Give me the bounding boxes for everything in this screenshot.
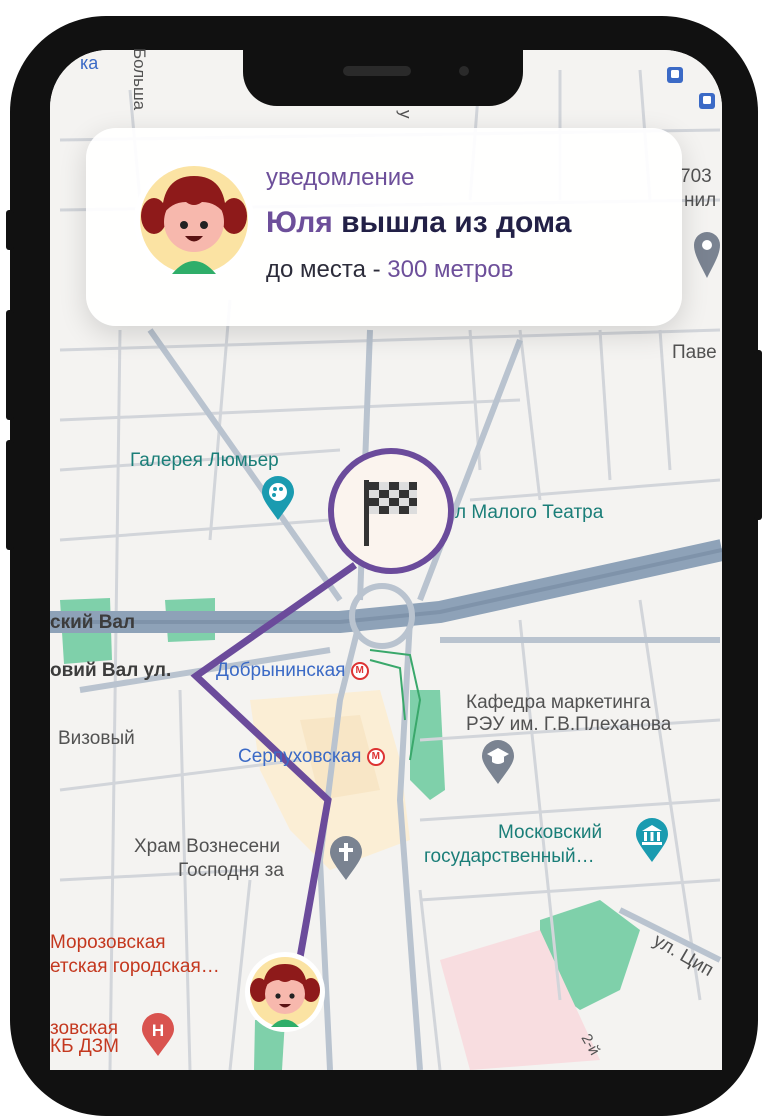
distance-value: 300 метров xyxy=(387,256,514,283)
dobryninskaya-text: Добрынинская xyxy=(216,660,346,681)
metro-icon: M xyxy=(350,661,369,680)
map-label-ul: у xyxy=(396,110,415,119)
tram-stop-icon[interactable] xyxy=(666,66,684,89)
map-label-vizovy: Визовый xyxy=(58,728,135,749)
map-label-val-street-2: овий Вал ул. xyxy=(50,660,172,681)
map-label-department-2[interactable]: РЭУ им. Г.В.Плеханова xyxy=(466,714,671,736)
serpukhovskaya-text: Серпуховская xyxy=(238,746,362,767)
map-label-moscow-state-1[interactable]: Московский xyxy=(498,822,602,844)
map-label-serpukhovskaya[interactable]: Серпуховская M xyxy=(238,746,385,768)
front-camera xyxy=(459,66,469,76)
map-label-morozov-1[interactable]: Морозовская xyxy=(50,932,166,954)
palette-icon[interactable] xyxy=(258,474,298,527)
map-label-703: 703 xyxy=(680,166,712,187)
map-label-hospital-2[interactable]: КБ ДЗМ xyxy=(50,1036,119,1058)
notification-card[interactable]: уведомление Юля вышла из дома до места -… xyxy=(86,128,682,326)
map-label-ka: ка xyxy=(80,53,99,73)
destination-marker[interactable] xyxy=(326,446,456,576)
notification-title: Юля вышла из дома xyxy=(266,206,571,240)
graduation-cap-icon[interactable] xyxy=(478,738,518,791)
notification-action: вышла из дома xyxy=(341,206,572,239)
svg-text:H: H xyxy=(152,1021,164,1040)
map-label-pave: Паве xyxy=(672,342,717,363)
notification-distance: до места - 300 метров xyxy=(266,256,513,284)
phone-side-button xyxy=(6,210,14,250)
museum-icon[interactable] xyxy=(632,816,672,869)
girl-avatar-icon xyxy=(245,952,325,1032)
bus-stop-icon[interactable] xyxy=(698,92,716,115)
map-label-church-1[interactable]: Храм Вознесени xyxy=(134,836,280,858)
cross-icon[interactable] xyxy=(326,834,366,887)
map-label-gallery[interactable]: Галерея Люмьер xyxy=(130,450,279,472)
map-label-department-1[interactable]: Кафедра маркетинга xyxy=(466,692,650,714)
map-label-nil: нил xyxy=(684,190,717,211)
notification-label: уведомление xyxy=(266,164,415,191)
phone-power-button xyxy=(754,350,762,520)
map-label-theatre[interactable]: л Малого Театра xyxy=(455,502,603,524)
map-label-church-2[interactable]: Господня за xyxy=(178,860,284,882)
child-avatar xyxy=(132,158,256,282)
hospital-icon[interactable]: H xyxy=(138,1012,178,1061)
metro-icon: M xyxy=(366,747,385,766)
child-name: Юля xyxy=(266,206,333,239)
map-label-dobryninskaya[interactable]: Добрынинская M xyxy=(216,660,369,682)
map-label-moscow-state-2[interactable]: государственный… xyxy=(424,846,595,868)
map-label-val-street: ский Вал xyxy=(50,612,136,633)
location-pin-icon[interactable] xyxy=(692,228,722,285)
phone-volume-up-button xyxy=(6,310,14,420)
speaker-grille xyxy=(343,66,411,76)
map-label-bolsha: Больша xyxy=(130,48,149,111)
girl-avatar-icon xyxy=(134,160,254,280)
checkered-flag-icon xyxy=(328,448,454,574)
phone-notch xyxy=(243,50,523,106)
child-location-marker[interactable] xyxy=(243,950,327,1034)
map-label-morozov-2[interactable]: етская городская… xyxy=(50,956,220,978)
phone-volume-down-button xyxy=(6,440,14,550)
distance-prefix: до места - xyxy=(266,256,388,283)
